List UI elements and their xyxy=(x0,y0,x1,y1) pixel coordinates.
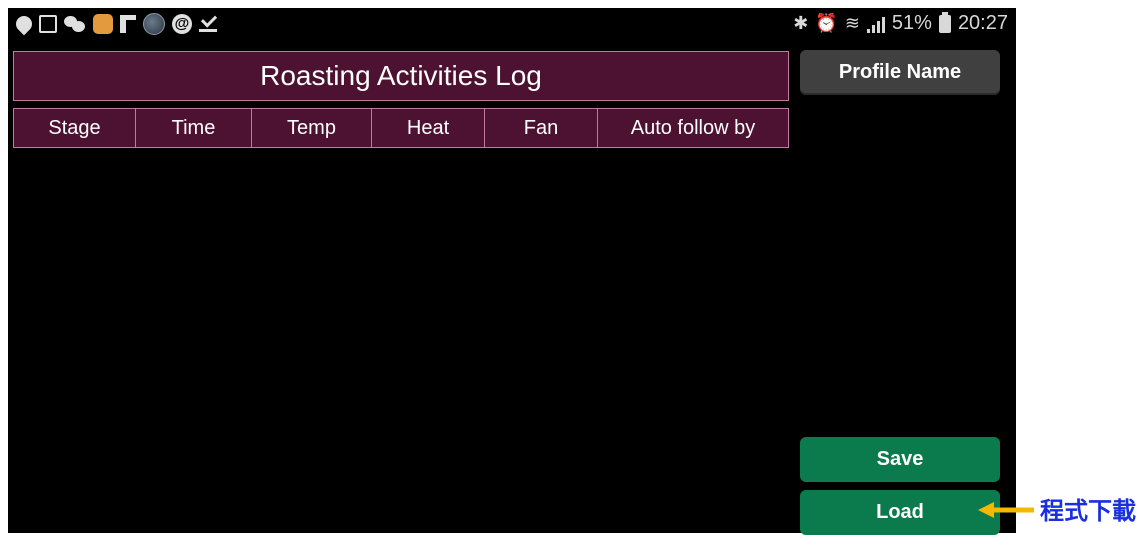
system-icons: ✱ ⏰ ≋ 51% 20:27 xyxy=(793,11,1008,35)
alarm-icon: ⏰ xyxy=(815,13,838,33)
column-header-heat: Heat xyxy=(372,109,485,147)
app-screen: @ ✱ ⏰ ≋ 51% 20:27 Roasting Activities Lo… xyxy=(8,8,1016,535)
download-check-icon xyxy=(199,14,217,34)
app-icon xyxy=(93,14,113,34)
wifi-icon: ≋ xyxy=(844,13,860,33)
column-header-fan: Fan xyxy=(485,109,598,147)
battery-icon xyxy=(938,11,951,33)
signal-icon xyxy=(866,15,885,33)
battery-percent: 51% xyxy=(891,12,932,34)
table-body xyxy=(13,148,789,528)
ball-icon xyxy=(143,13,165,35)
annotation-label: 程式下載 xyxy=(1040,497,1136,525)
save-button[interactable]: Save xyxy=(800,437,1000,482)
table-header: Stage Time Temp Heat Fan Auto follow by xyxy=(13,108,789,148)
at-icon: @ xyxy=(172,14,192,34)
column-header-temp: Temp xyxy=(252,109,372,147)
column-header-time: Time xyxy=(136,109,252,147)
column-header-stage: Stage xyxy=(14,109,136,147)
f-icon xyxy=(120,15,136,33)
status-bar: @ ✱ ⏰ ≋ 51% 20:27 xyxy=(8,8,1016,40)
clock: 20:27 xyxy=(957,12,1008,34)
column-header-auto-follow-by: Auto follow by xyxy=(630,117,756,139)
profile-name-button[interactable]: Profile Name xyxy=(800,50,1000,95)
wechat-icon xyxy=(64,16,86,32)
notification-icons: @ xyxy=(12,12,217,36)
page-title: Roasting Activities Log xyxy=(13,51,789,101)
arrow-icon xyxy=(978,502,1034,518)
image-icon xyxy=(39,15,57,33)
drop-icon xyxy=(12,12,36,36)
bluetooth-icon: ✱ xyxy=(793,13,809,33)
load-button[interactable]: Load xyxy=(800,490,1000,535)
